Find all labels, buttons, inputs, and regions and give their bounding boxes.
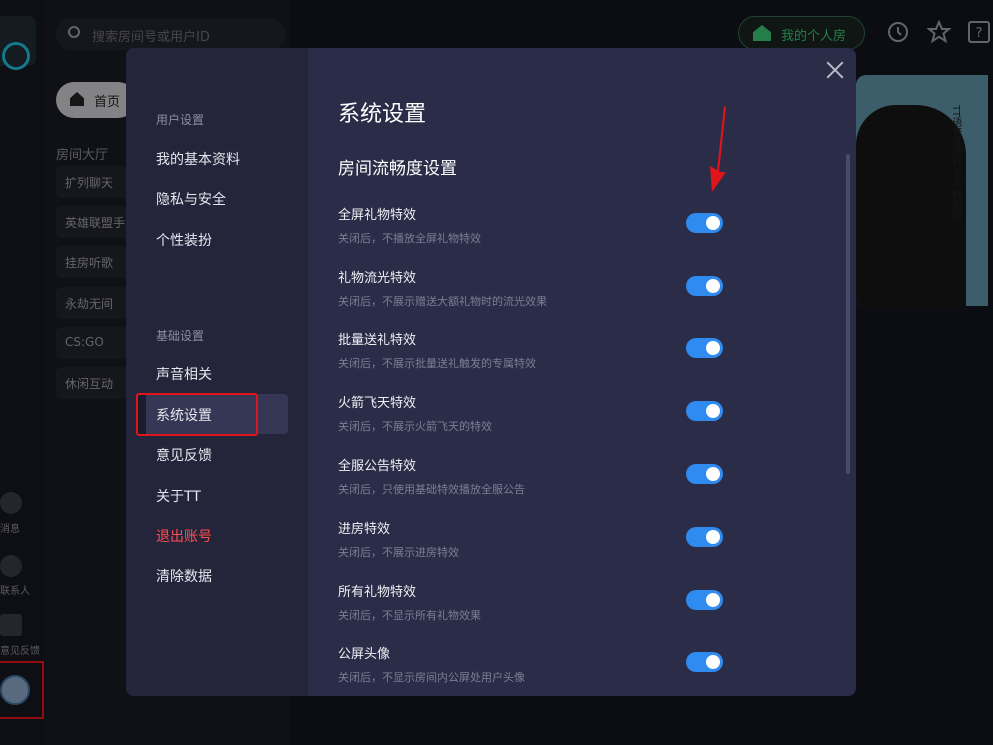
setting-row: 批量送礼特效 关闭后，不展示批量送礼触发的专属特效 [338, 329, 738, 379]
setting-desc: 关闭后，只使用基础特效播放全服公告 [338, 483, 525, 496]
section-title: 房间流畅度设置 [338, 159, 457, 179]
close-icon[interactable] [823, 58, 847, 82]
scrollbar[interactable] [846, 154, 850, 474]
setting-row: 进房特效 关闭后，不展示进房特效 [338, 518, 738, 568]
toggle-switch[interactable] [686, 213, 723, 233]
toggle-switch[interactable] [686, 652, 723, 672]
setting-desc: 关闭后，不展示进房特效 [338, 546, 459, 559]
sidebar-item-about[interactable]: 关于TT [156, 486, 201, 506]
setting-row: 火箭飞天特效 关闭后，不展示火箭飞天的特效 [338, 392, 738, 442]
group-user-settings: 用户设置 [156, 113, 205, 127]
setting-title: 全屏礼物特效 [338, 208, 417, 223]
toggle-switch[interactable] [686, 464, 723, 484]
toggle-switch[interactable] [686, 401, 723, 421]
red-arrow-annotation [710, 106, 726, 192]
setting-title: 批量送礼特效 [338, 333, 417, 348]
toggle-switch[interactable] [686, 276, 723, 296]
setting-row: 全服公告特效 关闭后，只使用基础特效播放全服公告 [338, 455, 738, 505]
setting-row: 公屏头像 关闭后，不显示房间内公屏处用户头像 [338, 643, 738, 693]
setting-title: 全服公告特效 [338, 459, 417, 474]
logout-button[interactable]: 退出账号 [156, 526, 212, 546]
setting-row: 全屏礼物特效 关闭后，不播放全屏礼物特效 [338, 204, 738, 254]
settings-modal: 用户设置 我的基本资料 隐私与安全 个性装扮 基础设置 声音相关 系统设置 意见… [126, 48, 856, 696]
sidebar-item-profile[interactable]: 我的基本资料 [156, 149, 240, 169]
toggle-switch[interactable] [686, 527, 723, 547]
setting-row: 所有礼物特效 关闭后，不显示所有礼物效果 [338, 581, 738, 631]
sidebar-item-privacy[interactable]: 隐私与安全 [156, 189, 226, 209]
clear-data-button[interactable]: 清除数据 [156, 566, 212, 586]
toggle-switch[interactable] [686, 590, 723, 610]
setting-title: 进房特效 [338, 522, 391, 537]
setting-title: 所有礼物特效 [338, 585, 417, 600]
setting-desc: 关闭后，不展示赠送大额礼物时的流光效果 [338, 295, 547, 308]
setting-row: 礼物流光特效 关闭后，不展示赠送大额礼物时的流光效果 [338, 267, 738, 317]
setting-desc: 关闭后，不展示火箭飞天的特效 [338, 420, 492, 433]
page-title: 系统设置 [338, 102, 427, 127]
setting-desc: 关闭后，不显示所有礼物效果 [338, 609, 481, 622]
group-basic-settings: 基础设置 [156, 329, 205, 343]
setting-title: 公屏头像 [338, 647, 391, 662]
setting-desc: 关闭后，不展示批量送礼触发的专属特效 [338, 357, 536, 370]
sidebar-item-feedback[interactable]: 意见反馈 [156, 445, 212, 465]
settings-sidebar: 用户设置 我的基本资料 隐私与安全 个性装扮 基础设置 声音相关 系统设置 意见… [126, 48, 308, 696]
sidebar-item-decoration[interactable]: 个性装扮 [156, 230, 212, 250]
setting-title: 礼物流光特效 [338, 271, 417, 286]
sidebar-item-system[interactable]: 系统设置 [156, 405, 212, 425]
setting-title: 火箭飞天特效 [338, 396, 417, 411]
sidebar-item-sound[interactable]: 声音相关 [156, 364, 212, 384]
setting-desc: 关闭后，不显示房间内公屏处用户头像 [338, 671, 525, 684]
toggle-switch[interactable] [686, 338, 723, 358]
setting-desc: 关闭后，不播放全屏礼物特效 [338, 232, 481, 245]
